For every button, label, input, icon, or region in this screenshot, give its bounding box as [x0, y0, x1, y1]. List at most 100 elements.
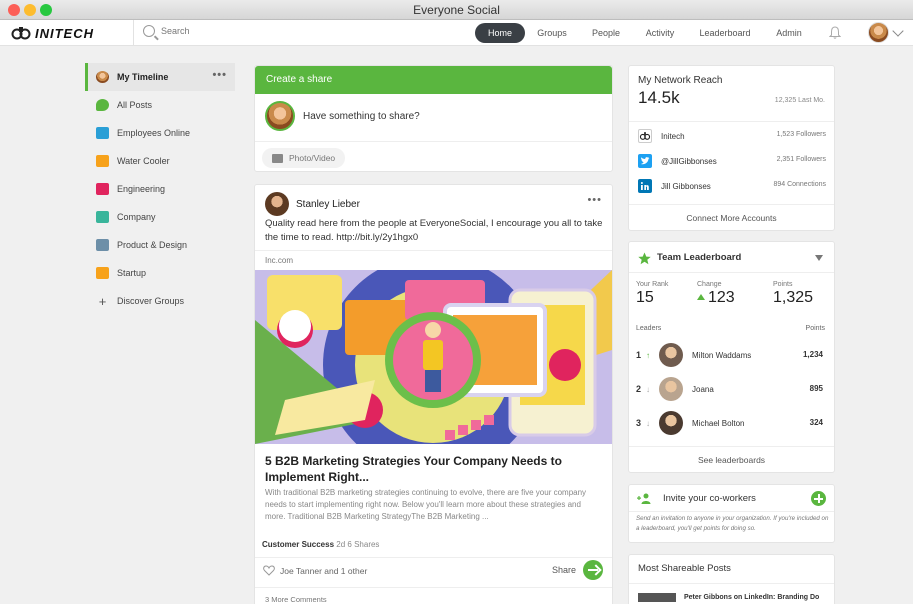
more-options-icon[interactable]: ••• — [212, 70, 227, 81]
heart-icon[interactable] — [263, 565, 275, 576]
nav-divider — [133, 20, 134, 46]
nav-leaderboard[interactable]: Leaderboard — [695, 23, 755, 43]
article-hero-image[interactable] — [255, 270, 612, 444]
group-image-icon — [96, 239, 109, 251]
share-button[interactable]: Share — [552, 560, 603, 580]
leader-name: Michael Bolton — [692, 418, 745, 428]
leader-rank: 3 — [636, 418, 642, 428]
avatar[interactable] — [265, 192, 289, 216]
shareable-post-title[interactable]: Peter Gibbons on LinkedIn: Branding Do — [684, 594, 819, 601]
sidebar-item-label: My Timeline — [117, 72, 169, 82]
sidebar-item-company[interactable]: Company — [85, 203, 235, 231]
post-header: Stanley Lieber — [265, 192, 360, 216]
close-window-button[interactable] — [8, 4, 20, 16]
article-description: With traditional B2B marketing strategie… — [265, 488, 587, 521]
nav-home[interactable]: Home — [475, 23, 525, 43]
sidebar-item-employees-online[interactable]: Employees Online — [85, 119, 235, 147]
leader-row[interactable]: 2 ↓ Joana 895 — [636, 375, 826, 403]
add-people-icon — [637, 493, 651, 504]
more-options-icon[interactable]: ••• — [587, 195, 602, 206]
sidebar-item-water-cooler[interactable]: Water Cooler — [85, 147, 235, 175]
sidebar-item-startup[interactable]: Startup — [85, 259, 235, 287]
article-title[interactable]: 5 B2B Marketing Strategies Your Company … — [265, 453, 585, 485]
leader-points: 324 — [809, 418, 823, 427]
account-row-twitter[interactable]: @JillGibbonses 2,351 Followers — [638, 153, 826, 169]
invite-title: Invite your co-workers — [663, 493, 756, 504]
network-reach-title: My Network Reach — [638, 75, 723, 86]
initech-logo-icon — [11, 27, 31, 40]
leaders-header: Leaders — [636, 325, 662, 332]
group-image-icon — [96, 127, 109, 139]
sidebar-item-engineering[interactable]: Engineering — [85, 175, 235, 203]
notifications-bell-icon[interactable] — [829, 26, 841, 39]
search-placeholder: Search — [161, 26, 190, 36]
divider — [629, 272, 834, 273]
user-avatar[interactable] — [868, 22, 889, 43]
divider — [255, 141, 612, 142]
avatar-icon — [96, 71, 109, 83]
account-row-linkedin[interactable]: Jill Gibbonses 894 Connections — [638, 178, 826, 194]
connect-more-accounts-link[interactable]: Connect More Accounts — [629, 213, 834, 223]
create-share-header: Create a share — [255, 66, 612, 94]
see-leaderboards-link[interactable]: See leaderboards — [629, 455, 834, 465]
post-group[interactable]: Customer Success — [262, 540, 334, 549]
photo-video-button[interactable]: Photo/Video — [262, 148, 346, 168]
caret-down-icon[interactable] — [815, 255, 823, 261]
leader-points: 895 — [809, 384, 823, 393]
nav-people[interactable]: People — [585, 23, 627, 43]
network-reach-card: My Network Reach 14.5k 12,325 Last Mo. I… — [628, 65, 835, 231]
account-stat: 1,523 Followers — [776, 131, 826, 138]
account-row-initech[interactable]: Initech 1,523 Followers — [638, 128, 826, 144]
photo-video-label: Photo/Video — [289, 153, 336, 163]
create-share-card: Create a share Have something to share? … — [254, 65, 613, 172]
more-comments-link[interactable]: 3 More Comments — [265, 595, 327, 604]
sidebar-item-label: Startup — [117, 268, 147, 278]
sidebar-item-label: Product & Design — [117, 240, 188, 250]
divider — [255, 250, 612, 251]
top-navigation: INITECH Search Home Groups People Activi… — [0, 20, 913, 46]
divider — [629, 583, 834, 584]
brand-logo[interactable]: INITECH — [11, 24, 94, 42]
window-titlebar: Everyone Social — [0, 0, 913, 20]
sidebar-item-label: Water Cooler — [117, 156, 170, 166]
group-image-icon — [96, 211, 109, 223]
leader-rank: 1 — [636, 350, 642, 360]
change-label: Change — [697, 281, 722, 288]
nav-activity[interactable]: Activity — [638, 23, 682, 43]
share-label: Share — [551, 565, 576, 575]
post-author[interactable]: Stanley Lieber — [296, 199, 360, 210]
change-number: 123 — [708, 289, 735, 306]
leader-row[interactable]: 1 ↑ Milton Waddams 1,234 — [636, 341, 826, 369]
trend-down-icon: ↓ — [646, 418, 650, 428]
sidebar-item-label: All Posts — [117, 100, 153, 110]
avatar — [659, 411, 683, 435]
nav-groups[interactable]: Groups — [530, 23, 574, 43]
points-column-header: Points — [805, 325, 825, 332]
team-leaderboard-card: Team Leaderboard Your Rank 15 Change 123… — [628, 241, 835, 473]
post-age: 2d — [336, 540, 346, 549]
like-row[interactable]: Joe Tanner and 1 other — [263, 565, 367, 576]
leader-row[interactable]: 3 ↓ Michael Bolton 324 — [636, 409, 826, 437]
most-shareable-title: Most Shareable Posts — [638, 563, 731, 574]
brand-name: INITECH — [35, 25, 94, 41]
invite-coworkers-card: Invite your co-workers Send an invitatio… — [628, 484, 835, 543]
divider — [255, 587, 612, 588]
group-image-icon — [96, 267, 109, 279]
chevron-down-icon[interactable] — [892, 25, 904, 37]
nav-admin[interactable]: Admin — [768, 23, 810, 43]
sidebar-item-my-timeline[interactable]: My Timeline ••• — [85, 63, 235, 91]
search-input[interactable]: Search — [143, 25, 190, 37]
rank-label: Your Rank — [636, 281, 669, 288]
invite-add-button[interactable] — [811, 491, 826, 506]
zoom-window-button[interactable] — [40, 4, 52, 16]
divider — [629, 511, 834, 512]
post-body-text: Quality read here from the people at Eve… — [265, 218, 603, 243]
minimize-window-button[interactable] — [24, 4, 36, 16]
post-thumbnail[interactable] — [638, 593, 676, 602]
sidebar-item-discover-groups[interactable]: + Discover Groups — [85, 287, 235, 315]
sidebar-item-product-design[interactable]: Product & Design — [85, 231, 235, 259]
sidebar-item-all-posts[interactable]: All Posts — [85, 91, 235, 119]
avatar — [265, 101, 295, 131]
compose-prompt[interactable]: Have something to share? — [265, 101, 420, 131]
likes-text[interactable]: Joe Tanner and 1 other — [280, 566, 367, 576]
